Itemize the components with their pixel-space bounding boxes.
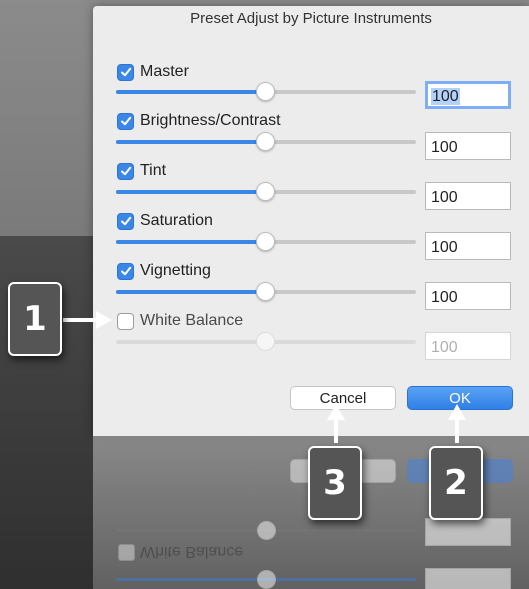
- white-balance-row-label: White Balance: [117, 311, 243, 331]
- saturation-row-label: Saturation: [117, 211, 213, 231]
- brightness-contrast-label: Brightness/Contrast: [140, 112, 281, 129]
- vignetting-value-field[interactable]: 100: [425, 282, 511, 310]
- brightness-contrast-value-field[interactable]: 100: [425, 132, 511, 160]
- white-balance-value: 100: [431, 339, 458, 356]
- vignetting-row-label: Vignetting: [117, 261, 211, 281]
- vignetting-slider-fill: [116, 290, 266, 294]
- brightness-contrast-value: 100: [431, 139, 458, 156]
- master-value: 100: [431, 88, 460, 105]
- vignetting-value: 100: [431, 289, 458, 306]
- white-balance-value-field: 100: [425, 332, 511, 360]
- saturation-value-field[interactable]: 100: [425, 232, 511, 260]
- screenshot-canvas: Preset Adjust by Picture Instruments Mas…: [0, 0, 529, 589]
- saturation-slider[interactable]: [116, 232, 416, 251]
- master-value-field[interactable]: 100: [425, 81, 511, 109]
- saturation-slider-thumb[interactable]: [256, 232, 275, 251]
- master-slider[interactable]: [116, 82, 416, 101]
- callout-3: 3: [308, 446, 362, 520]
- saturation-label: Saturation: [140, 212, 213, 229]
- checkmark-icon: [120, 66, 132, 78]
- callout-2: 2: [429, 446, 483, 520]
- checkmark-icon: [120, 265, 132, 277]
- checkmark-icon: [120, 115, 132, 127]
- white-balance-checkbox[interactable]: [117, 312, 134, 330]
- vignetting-checkbox[interactable]: [117, 262, 134, 280]
- tint-slider-fill: [116, 190, 266, 194]
- saturation-slider-fill: [116, 240, 266, 244]
- tint-value: 100: [431, 189, 458, 206]
- reflection-value-field-2: [425, 568, 511, 589]
- white-balance-slider-thumb: [256, 332, 275, 351]
- tint-checkbox[interactable]: [117, 162, 134, 180]
- dialog-title: Preset Adjust by Picture Instruments: [190, 10, 432, 27]
- checkmark-icon: [120, 215, 132, 227]
- brightness-contrast-row-label: Brightness/Contrast: [117, 111, 281, 131]
- tint-slider[interactable]: [116, 182, 416, 201]
- master-slider-fill: [116, 90, 266, 94]
- checkmark-icon: [120, 165, 132, 177]
- vignetting-label: Vignetting: [140, 262, 211, 279]
- tint-label: Tint: [140, 162, 167, 179]
- saturation-checkbox[interactable]: [117, 212, 134, 230]
- preset-adjust-dialog: Preset Adjust by Picture Instruments Mas…: [93, 6, 529, 436]
- master-checkbox[interactable]: [117, 63, 134, 81]
- tint-slider-thumb[interactable]: [256, 182, 275, 201]
- reflection-value-field: [425, 518, 511, 546]
- ok-button[interactable]: OK: [407, 386, 513, 410]
- white-balance-label: White Balance: [140, 312, 244, 329]
- master-label: Master: [140, 63, 189, 80]
- tint-value-field[interactable]: 100: [425, 182, 511, 210]
- tint-row-label: Tint: [117, 161, 166, 181]
- white-balance-slider: [116, 332, 416, 351]
- brightness-contrast-slider-fill: [116, 140, 266, 144]
- reflection-checkbox: [118, 544, 135, 561]
- brightness-contrast-slider[interactable]: [116, 132, 416, 151]
- brightness-contrast-slider-thumb[interactable]: [256, 132, 275, 151]
- callout-1: 1: [8, 282, 62, 356]
- reflection-white-balance-label: White Balance: [140, 543, 244, 560]
- saturation-value: 100: [431, 239, 458, 256]
- vignetting-slider[interactable]: [116, 282, 416, 301]
- reflection-slider-thumb-2: [257, 570, 276, 589]
- master-row-label: Master: [117, 62, 189, 82]
- reflection-slider-thumb: [257, 521, 276, 540]
- master-slider-thumb[interactable]: [256, 82, 275, 101]
- vignetting-slider-thumb[interactable]: [256, 282, 275, 301]
- brightness-contrast-checkbox[interactable]: [117, 112, 134, 130]
- cancel-button[interactable]: Cancel: [290, 386, 396, 410]
